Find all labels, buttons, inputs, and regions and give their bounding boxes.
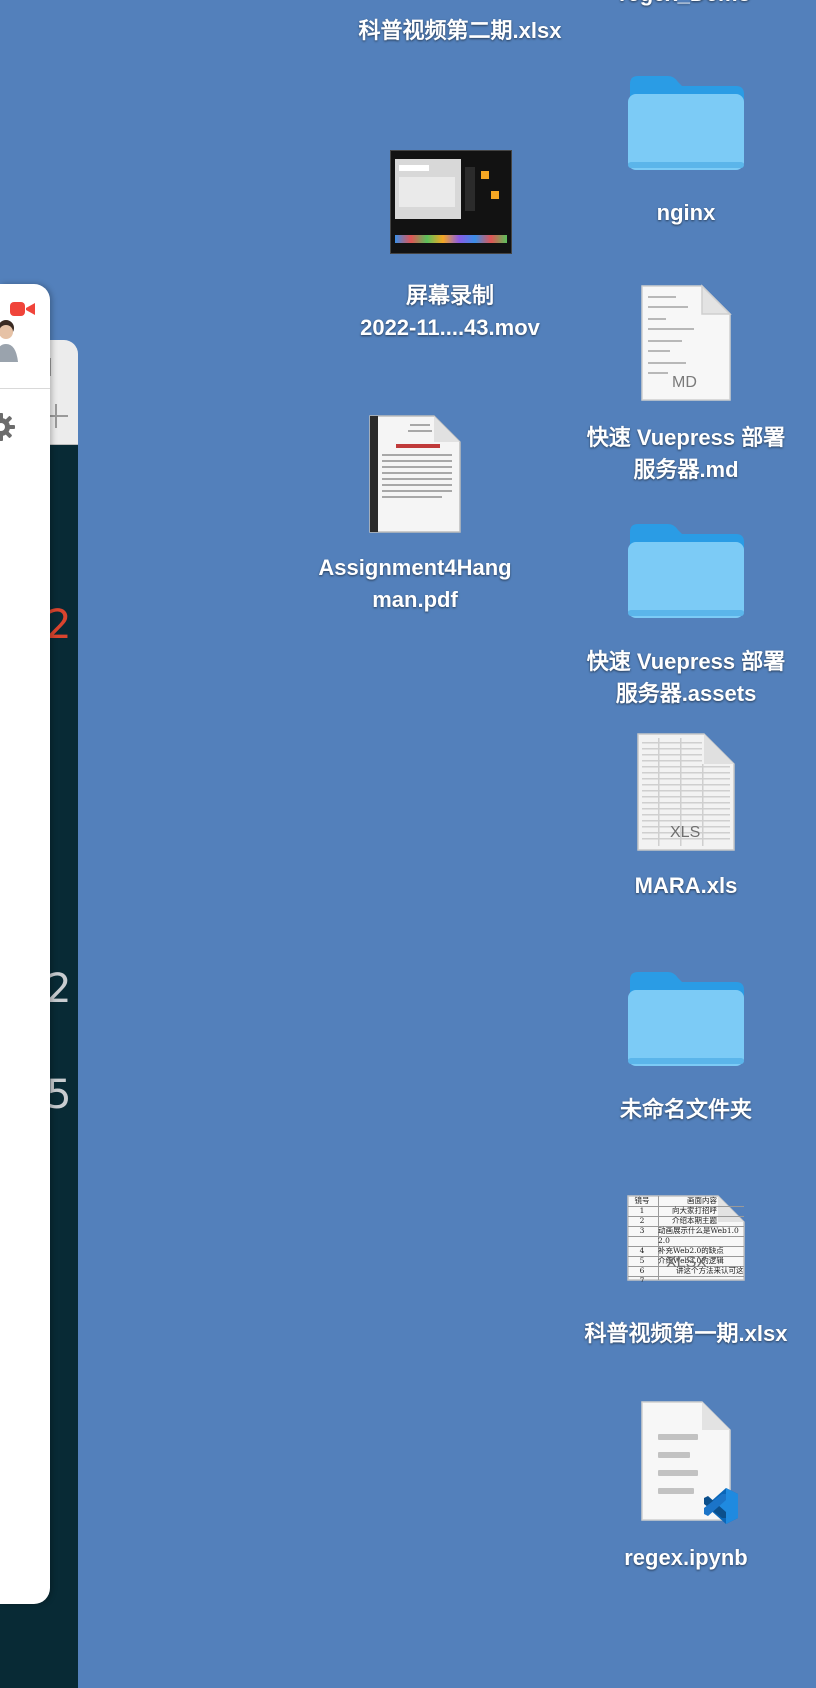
- desktop-label-screen-recording-line2[interactable]: 2022-11....43.mov: [320, 312, 580, 344]
- pdf-file-icon[interactable]: [368, 414, 462, 534]
- desktop-label-screen-recording-line1[interactable]: 屏幕录制: [320, 280, 580, 312]
- panel-divider: [0, 388, 50, 389]
- xlsx-badge: XLSX: [666, 1254, 707, 1271]
- desktop-label-vuepress-assets-line1[interactable]: 快速 Vuepress 部署: [566, 646, 806, 678]
- desktop-label-regex-demo[interactable]: regex_Demo: [560, 0, 810, 10]
- desktop-label-pdf-line2[interactable]: man.pdf: [290, 584, 540, 616]
- folder-icon[interactable]: [626, 966, 746, 1068]
- desktop-label-mara-xls[interactable]: MARA.xls: [566, 870, 806, 902]
- video-camera-icon[interactable]: [10, 300, 36, 318]
- xls-file-icon[interactable]: XLS: [636, 732, 736, 852]
- desktop-label-regex-ipynb[interactable]: regex.ipynb: [566, 1542, 806, 1574]
- video-call-panel[interactable]: [0, 284, 50, 1604]
- desktop-label-xlsx-1[interactable]: 科普视频第一期.xlsx: [556, 1318, 816, 1350]
- folder-icon[interactable]: [626, 70, 746, 172]
- avatar: [0, 314, 18, 362]
- markdown-file-icon[interactable]: MD: [640, 284, 732, 402]
- desktop-label-xlsx-2[interactable]: 科普视频第二期.xlsx: [320, 15, 600, 47]
- video-thumbnail-icon[interactable]: [390, 150, 512, 254]
- desktop-label-pdf-line1[interactable]: Assignment4Hang: [290, 552, 540, 584]
- ipynb-file-icon[interactable]: [640, 1400, 742, 1524]
- desktop-label-vuepress-assets-line2[interactable]: 服务器.assets: [566, 678, 806, 710]
- xls-badge: XLS: [670, 824, 701, 841]
- desktop-label-untitled-folder[interactable]: 未命名文件夹: [566, 1094, 806, 1126]
- xlsx-file-icon[interactable]: 镜号 画面内容 1 向大家打招呼 2 介绍本期主题 3 动画展示什么是Web1.0 2.…: [626, 1194, 746, 1282]
- desktop-label-nginx[interactable]: nginx: [566, 197, 806, 229]
- desktop-label-vuepress-md-line2[interactable]: 服务器.md: [566, 454, 806, 486]
- md-badge: MD: [672, 374, 697, 391]
- gear-icon[interactable]: [0, 412, 16, 442]
- desktop-label-vuepress-md-line1[interactable]: 快速 Vuepress 部署: [566, 422, 806, 454]
- folder-icon[interactable]: [626, 518, 746, 620]
